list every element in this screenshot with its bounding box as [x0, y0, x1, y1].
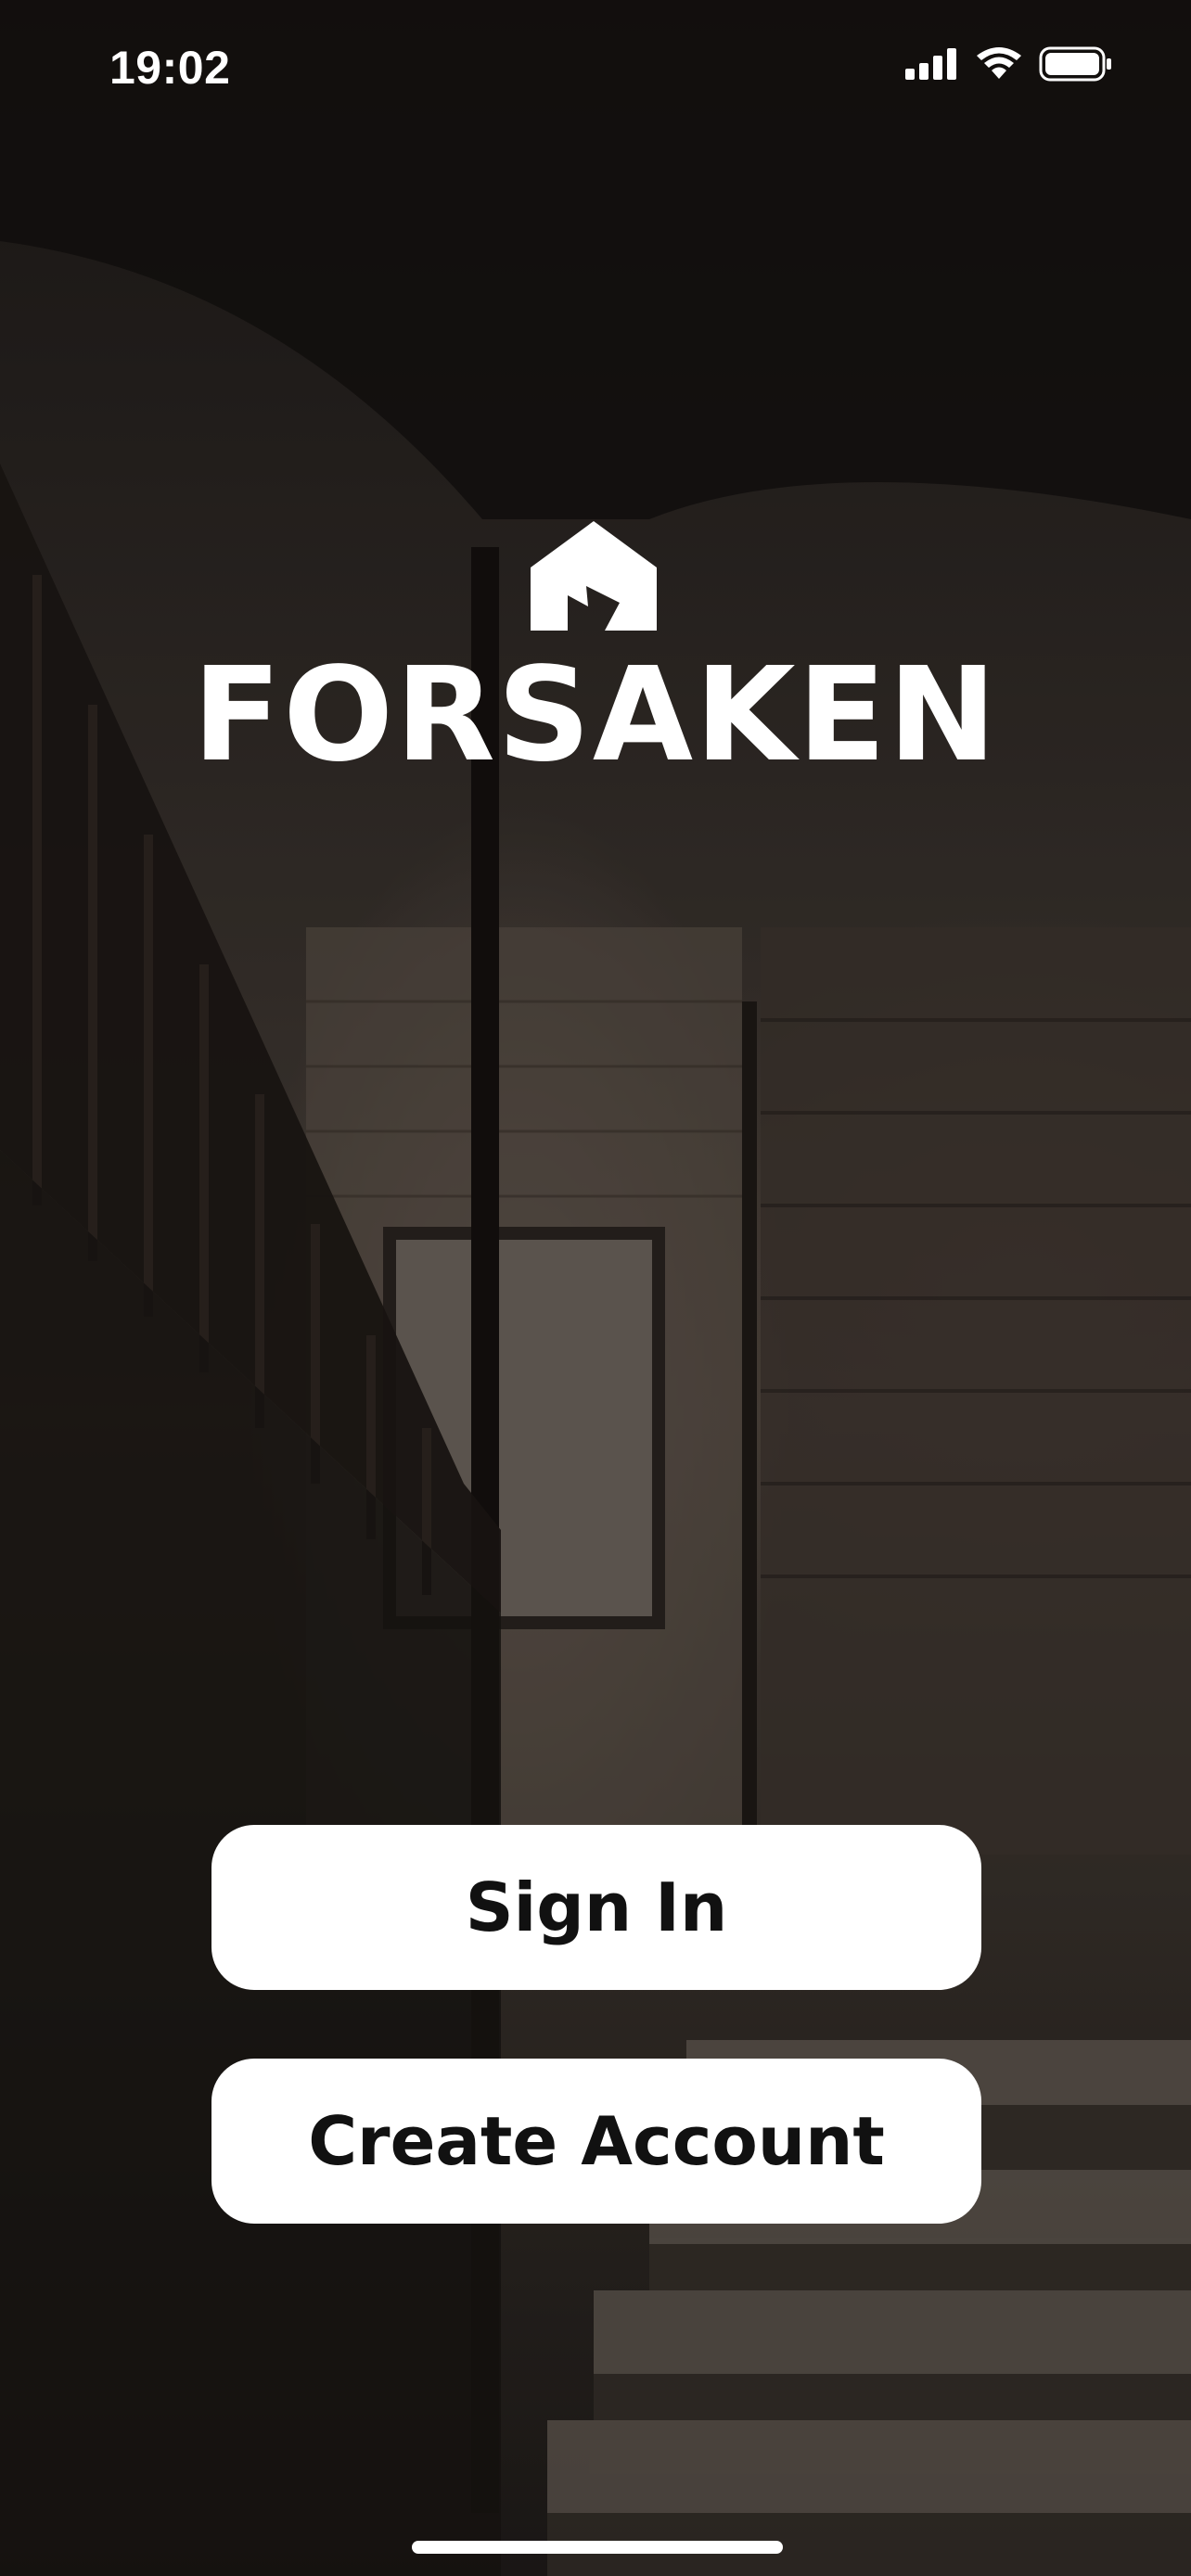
create-account-button[interactable]: Create Account [211, 2059, 981, 2224]
house-logo-icon [531, 521, 657, 631]
brand-name: FORSAKEN [192, 640, 999, 791]
status-time: 19:02 [109, 42, 231, 94]
signal-icon [905, 48, 956, 80]
battery-icon [1039, 46, 1111, 82]
status-icons [905, 46, 1113, 82]
welcome-screen: 19:02 FORSAKEN Sign In Create Account [0, 0, 1191, 2576]
wifi-icon [977, 47, 1021, 79]
home-indicator[interactable] [412, 2541, 783, 2554]
sign-in-button[interactable]: Sign In [211, 1825, 981, 1990]
